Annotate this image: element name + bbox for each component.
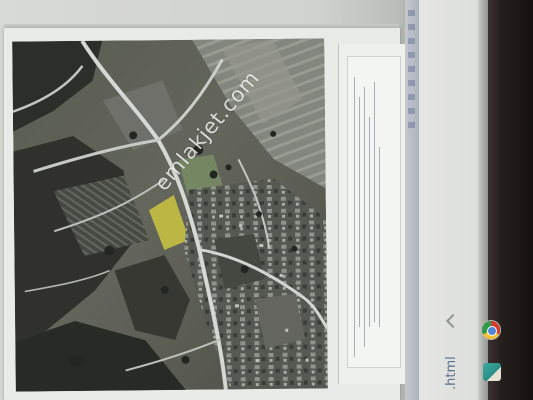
monitor-bezel (488, 0, 533, 400)
chrome-icon[interactable] (482, 321, 500, 339)
file-name-label[interactable]: .html (444, 356, 459, 390)
listing-info-column (338, 44, 405, 384)
info-text-box (347, 56, 401, 368)
maps-icon[interactable] (483, 363, 501, 381)
aerial-map-image[interactable] (12, 38, 328, 392)
desktop-area (419, 0, 479, 400)
monitor-photo: emlakjet.com .html (0, 0, 533, 400)
browser-side-strip (405, 0, 419, 400)
